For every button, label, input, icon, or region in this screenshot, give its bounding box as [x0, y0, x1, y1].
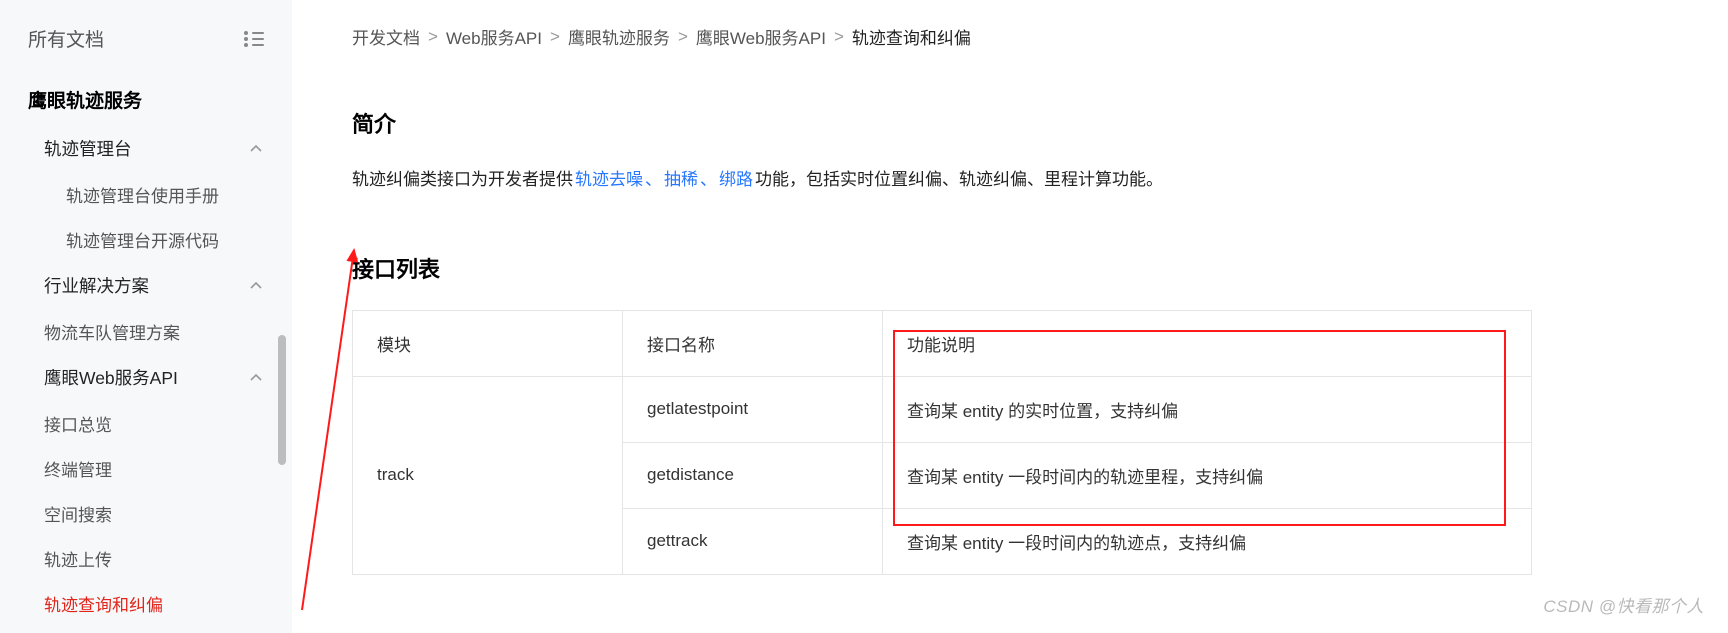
sidebar-all-docs[interactable]: 所有文档	[28, 25, 104, 52]
breadcrumb-separator: >	[550, 27, 560, 47]
table-header-module: 模块	[353, 310, 623, 376]
table-header-ifname: 接口名称	[623, 310, 883, 376]
main-content: 开发文档 > Web服务API > 鹰眼轨迹服务 > 鹰眼Web服务API > …	[292, 0, 1728, 633]
table-header-row: 模块 接口名称 功能说明	[353, 310, 1532, 376]
sidebar-service-title: 鹰眼轨迹服务	[0, 74, 292, 125]
table-cell-desc: 查询某 entity 一段时间内的轨迹点，支持纠偏	[883, 508, 1532, 574]
sidebar-item-api-overview[interactable]: 接口总览	[0, 401, 292, 446]
intro-text: 轨迹纠偏类接口为开发者提供 轨迹去噪 、 抽稀 、 绑路 功能，包括实时位置纠偏…	[352, 165, 1572, 196]
chevron-up-icon	[248, 370, 264, 386]
breadcrumb-separator: >	[678, 27, 688, 47]
breadcrumb-separator: >	[428, 27, 438, 47]
sidebar-item-spatial-search[interactable]: 空间搜索	[0, 491, 292, 536]
sidebar-item-track-console[interactable]: 轨迹管理台	[0, 125, 292, 172]
breadcrumb-item-yingyan-web-api[interactable]: 鹰眼Web服务API	[696, 24, 826, 49]
chevron-up-icon	[248, 141, 264, 157]
intro-link-denoise[interactable]: 轨迹去噪	[575, 165, 643, 196]
sidebar-item-label: 行业解决方案	[44, 273, 149, 298]
breadcrumb-item-current: 轨迹查询和纠偏	[852, 24, 971, 49]
api-list-section: 接口列表 模块 接口名称 功能说明 track getlatestpoint 查…	[352, 252, 1572, 575]
sidebar-item-logistics-fleet[interactable]: 物流车队管理方案	[0, 309, 292, 354]
intro-section: 简介 轨迹纠偏类接口为开发者提供 轨迹去噪 、 抽稀 、 绑路 功能，包括实时位…	[352, 107, 1572, 196]
table-header-desc: 功能说明	[883, 310, 1532, 376]
sidebar-item-track-upload[interactable]: 轨迹上传	[0, 536, 292, 581]
sidebar-nav: 鹰眼轨迹服务 轨迹管理台 轨迹管理台使用手册 轨迹管理台开源代码 行业解决方案 …	[0, 74, 292, 626]
breadcrumb-item-dev-docs[interactable]: 开发文档	[352, 24, 420, 49]
intro-link-bindroad[interactable]: 绑路	[719, 165, 753, 196]
table-row: track getlatestpoint 查询某 entity 的实时位置，支持…	[353, 376, 1532, 442]
api-list-title: 接口列表	[352, 252, 1572, 284]
chevron-up-icon	[248, 278, 264, 294]
api-table: 模块 接口名称 功能说明 track getlatestpoint 查询某 en…	[352, 310, 1532, 575]
sidebar-item-terminal-mgmt[interactable]: 终端管理	[0, 446, 292, 491]
sidebar-item-track-query-correct[interactable]: 轨迹查询和纠偏	[0, 581, 292, 626]
sidebar-item-track-console-manual[interactable]: 轨迹管理台使用手册	[0, 172, 292, 217]
sidebar-item-label: 轨迹管理台	[44, 136, 132, 161]
table-cell-module: track	[353, 376, 623, 574]
intro-pre: 轨迹纠偏类接口为开发者提供	[352, 165, 573, 196]
intro-title: 简介	[352, 107, 1572, 139]
sidebar-item-yingyan-web-api[interactable]: 鹰眼Web服务API	[0, 354, 292, 401]
sidebar-item-track-console-source[interactable]: 轨迹管理台开源代码	[0, 217, 292, 262]
sidebar-item-industry-solutions[interactable]: 行业解决方案	[0, 262, 292, 309]
toc-icon[interactable]	[244, 31, 264, 47]
table-cell-desc: 查询某 entity 一段时间内的轨迹里程，支持纠偏	[883, 442, 1532, 508]
intro-sep: 、	[645, 165, 662, 196]
breadcrumb: 开发文档 > Web服务API > 鹰眼轨迹服务 > 鹰眼Web服务API > …	[352, 24, 1728, 49]
sidebar-scrollbar-thumb[interactable]	[278, 335, 286, 465]
breadcrumb-separator: >	[834, 27, 844, 47]
table-cell-ifname: getlatestpoint	[623, 376, 883, 442]
intro-link-thin[interactable]: 抽稀	[664, 165, 698, 196]
breadcrumb-item-yingyan-service[interactable]: 鹰眼轨迹服务	[568, 24, 670, 49]
watermark: CSDN @快看那个人	[1543, 592, 1704, 617]
intro-sep: 、	[700, 165, 717, 196]
table-cell-desc: 查询某 entity 的实时位置，支持纠偏	[883, 376, 1532, 442]
sidebar-item-label: 鹰眼Web服务API	[44, 365, 178, 390]
table-cell-ifname: gettrack	[623, 508, 883, 574]
sidebar: 所有文档 鹰眼轨迹服务 轨迹管理台 轨迹管理台使用手册 轨迹管理台开源代码 行业…	[0, 0, 292, 633]
table-cell-ifname: getdistance	[623, 442, 883, 508]
sidebar-header: 所有文档	[0, 25, 292, 74]
breadcrumb-item-web-api[interactable]: Web服务API	[446, 24, 542, 49]
intro-post: 功能，包括实时位置纠偏、轨迹纠偏、里程计算功能。	[755, 165, 1163, 196]
